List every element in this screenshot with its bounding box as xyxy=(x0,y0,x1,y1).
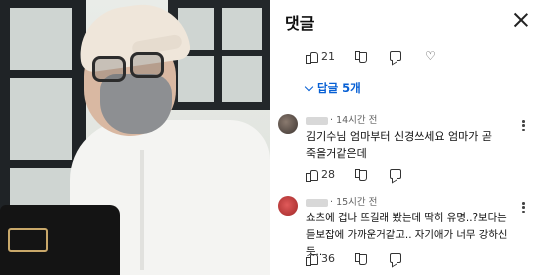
username-blurred[interactable] xyxy=(306,198,328,207)
comment-time: 14시간 전 xyxy=(336,115,378,126)
comment-actions: 28 xyxy=(306,166,425,182)
dislike-button[interactable] xyxy=(355,168,370,181)
like-count: 21 xyxy=(321,49,335,63)
glasses xyxy=(92,56,126,82)
like-button[interactable]: 28 xyxy=(306,167,335,182)
bag-logo xyxy=(8,228,48,252)
thumb-down-icon xyxy=(355,168,367,181)
thumb-up-icon xyxy=(306,169,318,182)
dislike-button[interactable] xyxy=(355,252,370,265)
like-count: 28 xyxy=(321,167,335,181)
like-button[interactable]: 36 xyxy=(306,251,335,266)
thumb-up-icon xyxy=(306,253,318,266)
avatar[interactable] xyxy=(278,114,298,134)
comment-meta: · 14시간 전 xyxy=(306,112,377,126)
comments-title: 댓글 xyxy=(285,14,315,33)
comment-actions: 21 ♡ xyxy=(306,48,456,64)
like-count: 36 xyxy=(321,251,335,265)
reply-button[interactable] xyxy=(390,169,405,179)
face-mask xyxy=(100,74,172,134)
heart-button[interactable]: ♡ xyxy=(425,48,436,63)
comment-actions: 36 xyxy=(306,250,425,266)
comment-meta: · 15시간 전 xyxy=(306,194,377,208)
close-icon[interactable] xyxy=(513,12,529,28)
more-vert-icon[interactable] xyxy=(522,202,526,214)
like-button[interactable]: 21 xyxy=(306,49,335,64)
reply-icon xyxy=(390,169,401,179)
view-replies-button[interactable]: 답글 5개 xyxy=(304,80,361,96)
comments-header: 댓글 xyxy=(270,0,540,40)
thumb-down-icon xyxy=(355,50,367,63)
thumb-up-icon xyxy=(306,51,318,64)
comment-time: 15시간 전 xyxy=(336,197,378,208)
thumb-down-icon xyxy=(355,252,367,265)
reply-icon xyxy=(390,51,401,61)
more-vert-icon[interactable] xyxy=(522,120,526,132)
reply-icon xyxy=(390,253,401,263)
reply-button[interactable] xyxy=(390,51,405,61)
reply-button[interactable] xyxy=(390,253,405,263)
comment-text: 김기수님 엄마부터 신경쓰세요 엄마가 곧 죽을거같은데 xyxy=(306,130,493,160)
username-blurred[interactable] xyxy=(306,116,328,125)
chevron-down-icon xyxy=(304,82,314,92)
post-photo xyxy=(0,0,270,275)
dislike-button[interactable] xyxy=(355,50,370,63)
comments-panel: 댓글 21 ♡ 답글 5개 · 14시간 전 김기수님 엄마부터 신경쓰세요 엄… xyxy=(270,0,540,275)
heart-icon: ♡ xyxy=(425,48,436,63)
avatar[interactable] xyxy=(278,196,298,216)
